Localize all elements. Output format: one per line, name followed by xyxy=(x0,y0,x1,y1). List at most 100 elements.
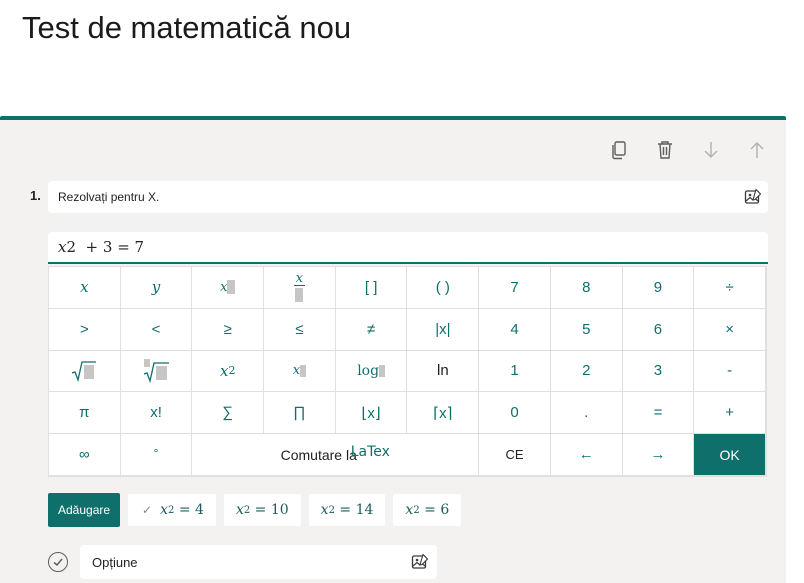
image-edit-icon[interactable] xyxy=(744,188,762,206)
sqrt-icon xyxy=(72,361,97,382)
math-keypad: x y x x [ ] ( ) 7 8 9 ÷ > < ≥ ≤ ≠ |x| 4 … xyxy=(48,266,767,477)
equation-var: x xyxy=(58,238,67,256)
placeholder-box xyxy=(300,364,307,377)
add-answer-button[interactable]: Adăugare xyxy=(48,493,121,527)
key-multiply[interactable]: × xyxy=(694,308,766,351)
key-sum[interactable]: ∑ xyxy=(192,392,265,435)
key-brackets[interactable]: [ ] xyxy=(335,267,408,309)
page-title: Test de matematică nou xyxy=(22,10,352,45)
answer-chip[interactable]: x2 = 6 xyxy=(393,494,462,526)
chip-rest: = 10 xyxy=(250,502,289,518)
toggle-latex-label: LaTex xyxy=(350,443,390,460)
key-minus[interactable]: - xyxy=(694,350,766,393)
key-infinity[interactable]: ∞ xyxy=(49,434,121,476)
key-power-box-x: x xyxy=(292,363,301,379)
key-power-sup: 2 xyxy=(228,364,236,378)
toggle-latex-button[interactable]: Comutare la LaTex xyxy=(192,434,480,476)
answer-chip[interactable]: x2 = 14 xyxy=(308,494,386,526)
key-log[interactable]: log xyxy=(335,350,408,393)
arrow-up-icon xyxy=(750,142,764,158)
chip-rest: = 4 xyxy=(174,502,204,518)
key-left-arrow[interactable]: ← xyxy=(550,434,623,476)
key-factorial[interactable]: x! xyxy=(120,392,193,435)
key-7[interactable]: 7 xyxy=(479,267,551,309)
key-6[interactable]: 6 xyxy=(622,308,695,351)
copy-icon xyxy=(612,141,626,160)
key-plus[interactable]: + xyxy=(694,392,766,435)
placeholder-box xyxy=(295,288,304,303)
key-abs[interactable]: |x| xyxy=(407,308,480,351)
key-subscript[interactable]: x xyxy=(192,267,265,309)
key-nth-root[interactable] xyxy=(120,350,193,393)
key-power-box[interactable]: x xyxy=(264,350,336,393)
key-0[interactable]: 0 xyxy=(479,392,551,435)
move-down-button[interactable] xyxy=(702,140,720,160)
chip-rest: = 14 xyxy=(334,502,374,518)
key-8[interactable]: 8 xyxy=(550,267,623,309)
key-ceil[interactable]: ⌈x⌉ xyxy=(407,392,480,435)
key-1[interactable]: 1 xyxy=(479,350,551,393)
key-degree[interactable]: ° xyxy=(120,434,193,476)
answer-suggestions: Adăugare ✓ x 2 = 4 x2 = 10 x2 = 14 x2 = 6 xyxy=(48,493,462,527)
check-icon xyxy=(53,558,63,567)
chip-var: x xyxy=(160,502,169,518)
key-product[interactable]: ∏ xyxy=(264,392,336,435)
key-equals[interactable]: = xyxy=(622,392,695,435)
key-log-text: log xyxy=(357,362,380,379)
answer-chip[interactable]: ✓ x 2 = 4 xyxy=(128,494,216,526)
key-right-arrow[interactable]: → xyxy=(622,434,695,476)
option-label: Opțiune xyxy=(92,554,138,570)
image-edit-icon[interactable] xyxy=(411,553,429,571)
key-not-equal[interactable]: ≠ xyxy=(335,308,408,351)
key-y[interactable]: y xyxy=(120,267,193,309)
option-field[interactable]: Opțiune xyxy=(80,545,437,579)
key-3[interactable]: 3 xyxy=(622,350,695,393)
key-floor[interactable]: ⌊x⌋ xyxy=(335,392,408,435)
correct-answer-toggle[interactable] xyxy=(48,552,68,572)
placeholder-box xyxy=(379,364,386,377)
trash-icon xyxy=(658,141,672,159)
ok-button[interactable]: OK xyxy=(694,434,766,476)
key-pi[interactable]: π xyxy=(49,392,121,435)
chip-rest: = 6 xyxy=(419,502,450,518)
placeholder-box xyxy=(227,280,236,295)
key-x[interactable]: x xyxy=(49,267,121,309)
question-text-field[interactable]: Rezolvați pentru X. xyxy=(48,181,768,213)
equation-input[interactable]: x2 + 3 = 7 xyxy=(48,232,768,264)
copy-button[interactable] xyxy=(610,140,628,160)
key-ln[interactable]: ln xyxy=(407,350,480,393)
key-parens[interactable]: ( ) xyxy=(407,267,480,309)
delete-button[interactable] xyxy=(656,140,674,160)
key-less-equal[interactable]: ≤ xyxy=(264,308,336,351)
question-number: 1. xyxy=(30,188,41,203)
nth-root-icon xyxy=(143,358,170,383)
key-power[interactable]: x2 xyxy=(192,350,265,393)
key-9[interactable]: 9 xyxy=(622,267,695,309)
key-subscript-x: x xyxy=(220,279,228,295)
key-divide[interactable]: ÷ xyxy=(694,267,766,309)
key-decimal[interactable]: . xyxy=(550,392,623,435)
key-greater-equal[interactable]: ≥ xyxy=(192,308,265,351)
question-card: 1. Rezolvați pentru X. x2 + 3 = 7 x y x … xyxy=(0,116,786,583)
option-row: Opțiune xyxy=(48,545,437,579)
key-2[interactable]: 2 xyxy=(550,350,623,393)
key-less[interactable]: < xyxy=(120,308,193,351)
key-clear-entry[interactable]: CE xyxy=(479,434,551,476)
chip-var: x xyxy=(320,502,329,518)
key-greater[interactable]: > xyxy=(49,308,121,351)
arrow-down-icon xyxy=(704,142,718,158)
chip-var: x xyxy=(405,502,414,518)
key-fraction-x: x xyxy=(293,271,306,287)
key-sqrt[interactable] xyxy=(49,350,121,393)
move-up-button[interactable] xyxy=(748,140,766,160)
check-mini-icon: ✓ xyxy=(142,503,153,517)
answer-chip[interactable]: x2 = 10 xyxy=(223,494,301,526)
chip-var: x xyxy=(235,502,244,518)
toggle-latex-prefix: Comutare la xyxy=(280,446,357,463)
key-fraction[interactable]: x xyxy=(264,267,336,309)
question-text: Rezolvați pentru X. xyxy=(58,190,160,204)
key-5[interactable]: 5 xyxy=(550,308,623,351)
key-4[interactable]: 4 xyxy=(479,308,551,351)
key-power-x: x xyxy=(220,361,229,380)
question-toolbar xyxy=(610,140,766,160)
